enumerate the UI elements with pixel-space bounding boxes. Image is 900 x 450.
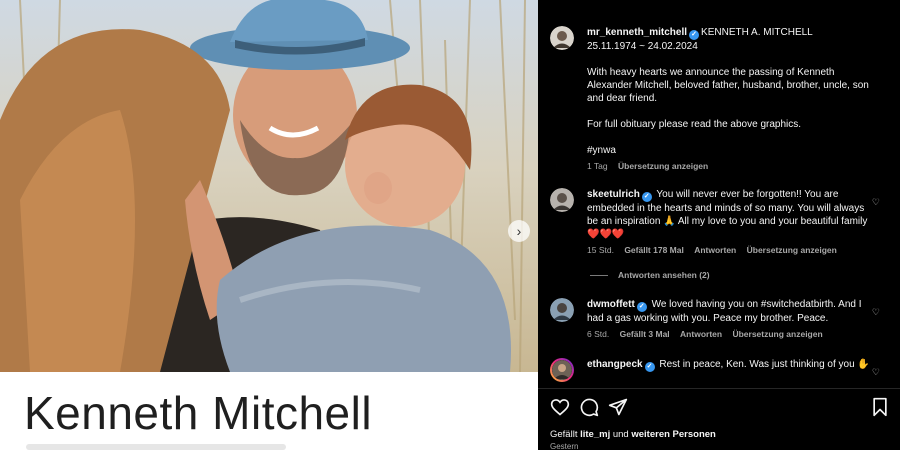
post-username[interactable]: mr_kenneth_mitchell — [587, 27, 687, 38]
share-icon[interactable] — [608, 397, 628, 417]
translate-link[interactable]: Übersetzung anzeigen — [747, 245, 837, 255]
photo-illustration — [0, 0, 526, 372]
reply-button[interactable]: Antworten — [680, 329, 722, 339]
liked-others[interactable]: weiteren Personen — [631, 429, 715, 440]
post-sidebar: mr_kenneth_mitchell ✓ KENNETH A. MITCHELL … — [538, 0, 900, 450]
comment-time: 15 Std. — [587, 245, 614, 255]
verified-badge-icon: ✓ — [644, 362, 655, 372]
caption-paragraph: For full obituary please read the above … — [587, 119, 802, 130]
obituary-subtitle-blur — [26, 444, 286, 450]
post-media[interactable]: › Kenneth Mitchell — [0, 0, 538, 450]
chevron-right-icon: › — [516, 223, 522, 239]
post-date: Gestern — [550, 442, 579, 450]
avatar[interactable] — [550, 358, 574, 382]
comment-username[interactable]: dwmoffett — [587, 299, 635, 310]
comment-likes[interactable]: Gefällt 3 Mal — [620, 329, 670, 339]
life-dates: 25.11.1974 ~ 24.02.2024 — [587, 41, 698, 52]
avatar[interactable] — [550, 298, 574, 322]
comment-text: Rest in peace, Ken. Was just thinking of… — [659, 359, 870, 370]
comment-like-heart-icon[interactable]: ♡ — [872, 308, 880, 317]
liked-join: und — [612, 429, 629, 440]
comment-username[interactable]: ethangpeck — [587, 359, 643, 370]
comment-body: ethangpeck ✓ Rest in peace, Ken. Was just… — [587, 358, 877, 372]
caption-meta: 1 Tag Übersetzung anzeigen — [587, 161, 877, 172]
translate-link[interactable]: Übersetzung anzeigen — [618, 161, 708, 171]
obituary-name: Kenneth Mitchell — [24, 387, 373, 439]
caption-paragraph: With heavy hearts we announce the passin… — [587, 67, 869, 104]
divider — [590, 274, 608, 276]
comments-scroll-area[interactable]: mr_kenneth_mitchell ✓ KENNETH A. MITCHELL … — [538, 0, 900, 388]
comment-likes[interactable]: Gefällt 178 Mal — [624, 245, 684, 255]
next-slide-button[interactable]: › — [508, 220, 530, 242]
avatar[interactable] — [550, 26, 574, 50]
heart-icon[interactable] — [550, 397, 570, 417]
comment-time: 6 Std. — [587, 329, 610, 339]
comment-like-heart-icon[interactable]: ♡ — [872, 368, 880, 377]
post-photo: › — [0, 0, 538, 372]
caption-hashtag[interactable]: #ynwa — [587, 144, 877, 157]
comment-meta: 6 Std. Gefällt 3 Mal Antworten Übersetzu… — [587, 329, 877, 340]
view-replies-button[interactable]: Antworten ansehen (2) — [590, 270, 710, 280]
comment-icon[interactable] — [579, 397, 599, 417]
translate-link[interactable]: Übersetzung anzeigen — [732, 329, 822, 339]
comment-body: skeetulrich ✓ You will never ever be forg… — [587, 188, 877, 256]
avatar[interactable] — [550, 188, 574, 212]
post-time: 1 Tag — [587, 161, 608, 171]
verified-badge-icon: ✓ — [636, 302, 647, 312]
liked-prefix: Gefällt — [550, 429, 578, 440]
liked-user[interactable]: lite_mj — [580, 429, 610, 440]
caption-body: mr_kenneth_mitchell ✓ KENNETH A. MITCHELL … — [587, 26, 877, 172]
post-actions: Gefällt lite_mj und weiteren Personen Ge… — [538, 388, 900, 450]
name-graphic: Kenneth Mitchell — [0, 372, 538, 450]
view-replies-label: Antworten ansehen (2) — [618, 270, 710, 280]
comment-body: dwmoffett ✓ We loved having you on #switc… — [587, 298, 877, 340]
reply-button[interactable]: Antworten — [694, 245, 736, 255]
display-name: KENNETH A. MITCHELL — [701, 27, 813, 38]
bookmark-icon[interactable] — [870, 397, 890, 417]
liked-by[interactable]: Gefällt lite_mj und weiteren Personen — [550, 429, 716, 440]
comment-meta: 15 Std. Gefällt 178 Mal Antworten Überse… — [587, 245, 877, 256]
comment-username[interactable]: skeetulrich — [587, 189, 640, 200]
verified-badge-icon: ✓ — [641, 192, 652, 202]
comment-like-heart-icon[interactable]: ♡ — [872, 198, 880, 207]
verified-badge-icon: ✓ — [689, 30, 700, 40]
